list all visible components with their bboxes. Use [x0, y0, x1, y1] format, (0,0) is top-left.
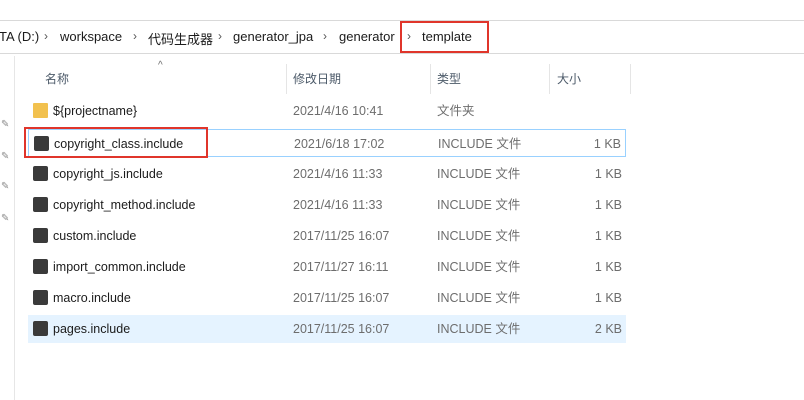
file-type: INCLUDE 文件 — [438, 137, 522, 151]
file-size: 1 KB — [594, 260, 622, 274]
file-name: custom.include — [53, 229, 137, 243]
breadcrumb-workspace[interactable]: workspace — [60, 29, 122, 44]
column-header-type[interactable]: 类型 — [437, 64, 461, 94]
file-name: ${projectname} — [53, 104, 138, 118]
pin-icon[interactable]: ✎ — [1, 120, 11, 130]
file-type: INCLUDE 文件 — [437, 167, 521, 181]
navigation-pane-edge: ✎ ✎ ✎ ✎ — [0, 56, 15, 400]
file-type: INCLUDE 文件 — [437, 260, 521, 274]
file-type: INCLUDE 文件 — [437, 291, 521, 305]
file-modified: 2021/6/18 17:02 — [294, 137, 385, 151]
file-row[interactable]: copyright_js.include 2021/4/16 11:33 INC… — [28, 160, 626, 188]
file-row[interactable]: copyright_class.include 2021/6/18 17:02 … — [28, 129, 626, 157]
folder-icon — [33, 103, 48, 118]
column-header-modified[interactable]: 修改日期 — [293, 64, 341, 94]
column-header-row: 名称 修改日期 类型 大小 — [28, 64, 628, 94]
file-row[interactable]: copyright_method.include 2021/4/16 11:33… — [28, 191, 626, 219]
file-modified: 2017/11/27 16:11 — [293, 260, 389, 274]
column-divider[interactable] — [630, 64, 631, 94]
file-row[interactable]: ${projectname} 2021/4/16 10:41 文件夹 — [28, 97, 626, 125]
breadcrumb-generator-jpa[interactable]: generator_jpa — [233, 29, 313, 44]
chevron-right-icon: › — [218, 29, 222, 43]
file-row[interactable]: pages.include 2017/11/25 16:07 INCLUDE 文… — [28, 315, 626, 343]
pin-icon[interactable]: ✎ — [1, 214, 11, 224]
file-size: 2 KB — [594, 322, 622, 336]
file-row[interactable]: macro.include 2017/11/25 16:07 INCLUDE 文… — [28, 284, 626, 312]
file-name: copyright_js.include — [53, 167, 163, 181]
file-name: copyright_method.include — [53, 198, 196, 212]
file-name: macro.include — [53, 291, 131, 305]
file-size: 1 KB — [594, 291, 622, 305]
file-size: 1 KB — [594, 198, 622, 212]
breadcrumb-drive[interactable]: TA (D:) — [0, 29, 39, 44]
file-name: import_common.include — [53, 260, 186, 274]
breadcrumb-code-generator[interactable]: 代码生成器 — [148, 29, 213, 48]
chevron-right-icon: › — [133, 29, 137, 43]
file-type: INCLUDE 文件 — [437, 229, 521, 243]
breadcrumb-template[interactable]: template — [422, 29, 472, 44]
file-name: copyright_class.include — [54, 137, 184, 151]
column-header-size[interactable]: 大小 — [557, 64, 581, 94]
file-type: INCLUDE 文件 — [437, 322, 521, 336]
file-modified: 2021/4/16 11:33 — [293, 198, 383, 212]
column-header-name[interactable]: 名称 — [45, 64, 69, 94]
chevron-right-icon: › — [44, 29, 48, 43]
file-row[interactable]: custom.include 2017/11/25 16:07 INCLUDE … — [28, 222, 626, 250]
file-name: pages.include — [53, 322, 131, 336]
breadcrumb-generator[interactable]: generator — [339, 29, 395, 44]
sublime-file-icon — [33, 166, 48, 181]
file-modified: 2017/11/25 16:07 — [293, 291, 390, 305]
sublime-file-icon — [33, 259, 48, 274]
column-divider[interactable] — [286, 64, 287, 94]
sublime-file-icon — [33, 290, 48, 305]
sublime-file-icon — [33, 321, 48, 336]
file-type: INCLUDE 文件 — [437, 198, 521, 212]
sublime-file-icon — [33, 228, 48, 243]
file-row[interactable]: import_common.include 2017/11/27 16:11 I… — [28, 253, 626, 281]
column-divider[interactable] — [430, 64, 431, 94]
file-modified: 2017/11/25 16:07 — [293, 229, 390, 243]
chevron-right-icon: › — [323, 29, 327, 43]
file-modified: 2017/11/25 16:07 — [293, 322, 390, 336]
sublime-file-icon — [33, 197, 48, 212]
file-modified: 2021/4/16 10:41 — [293, 104, 384, 118]
file-size: 1 KB — [594, 229, 622, 243]
file-size: 1 KB — [593, 137, 621, 151]
file-type: 文件夹 — [437, 104, 475, 118]
chevron-right-icon: › — [407, 29, 411, 43]
column-divider[interactable] — [549, 64, 550, 94]
address-bar[interactable]: TA (D:) › workspace › 代码生成器 › generator_… — [0, 20, 804, 54]
file-modified: 2021/4/16 11:33 — [293, 167, 383, 181]
pin-icon[interactable]: ✎ — [1, 152, 11, 162]
pin-icon[interactable]: ✎ — [1, 182, 11, 192]
file-size: 1 KB — [594, 167, 622, 181]
sublime-file-icon — [34, 136, 49, 151]
